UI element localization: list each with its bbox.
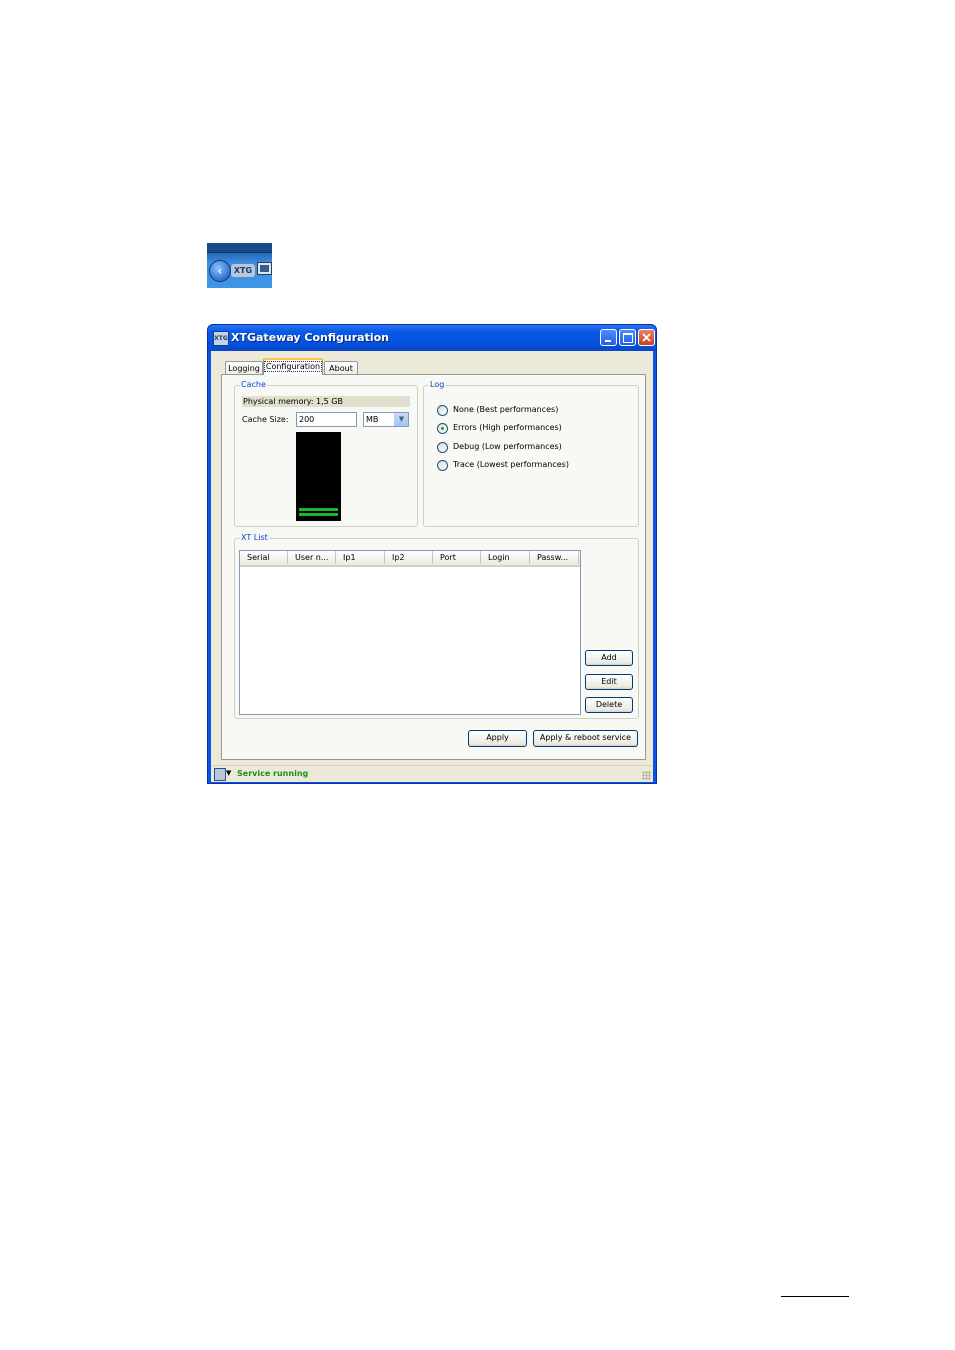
log-option-label: Trace (Lowest performances)	[453, 460, 569, 469]
minimize-button[interactable]	[600, 329, 617, 346]
xtgateway-tray-icon[interactable]: XTG	[231, 264, 255, 277]
tab-about[interactable]: About	[324, 361, 358, 375]
radio-dot-icon	[441, 427, 444, 430]
column-header-username[interactable]: User n...	[288, 551, 336, 564]
window-client: Logging Configuration About Cache Physic…	[211, 351, 653, 782]
physical-memory-value: 1,5 GB	[316, 397, 343, 406]
radio-button[interactable]	[437, 460, 448, 471]
log-option-none[interactable]: None (Best performances)	[437, 404, 602, 416]
taskbar-tray-snippet: ‹ XTG	[207, 243, 272, 288]
xt-list-header: Serial User n... Ip1 Ip2 Port Login Pass…	[240, 551, 580, 567]
title-bar[interactable]: XTG XTGateway Configuration	[208, 325, 656, 351]
log-option-trace[interactable]: Trace (Lowest performances)	[437, 459, 602, 471]
xt-list-view[interactable]: Serial User n... Ip1 Ip2 Port Login Pass…	[239, 550, 581, 715]
chevron-down-icon[interactable]: ▼	[394, 413, 408, 426]
log-option-debug[interactable]: Debug (Low performances)	[437, 441, 602, 453]
xt-list-title: XT List	[240, 533, 269, 543]
log-option-label: Errors (High performances)	[453, 423, 562, 432]
log-option-label: Debug (Low performances)	[453, 442, 562, 451]
configuration-panel: Cache Physical memory: 1,5 GB Cache Size…	[221, 374, 646, 760]
column-header-serial[interactable]: Serial	[240, 551, 288, 564]
config-window: XTG XTGateway Configuration Logging Conf…	[207, 324, 657, 784]
column-header-port[interactable]: Port	[433, 551, 481, 564]
log-group: Log None (Best performances) Errors (Hig…	[423, 380, 639, 527]
cache-size-input[interactable]: 200	[296, 412, 357, 427]
close-icon	[642, 333, 651, 342]
tab-logging[interactable]: Logging	[225, 361, 263, 375]
column-header-password[interactable]: Passw...	[530, 551, 579, 564]
apply-reboot-button[interactable]: Apply & reboot service	[533, 730, 638, 747]
close-button[interactable]	[638, 329, 655, 346]
delete-button[interactable]: Delete	[585, 697, 633, 713]
radio-button[interactable]	[437, 442, 448, 453]
maximize-button[interactable]	[619, 329, 636, 346]
column-header-ip1[interactable]: Ip1	[336, 551, 385, 564]
cache-usage-bar-segment	[299, 513, 338, 516]
window-title: XTGateway Configuration	[231, 331, 389, 344]
service-status-text: Service running	[237, 769, 309, 778]
back-arrow-icon[interactable]: ‹	[209, 260, 231, 282]
apply-button[interactable]: Apply	[468, 730, 527, 747]
radio-button[interactable]	[437, 405, 448, 416]
status-bar: ▼ Service running	[211, 765, 653, 782]
physical-memory-label: Physical memory:	[243, 397, 314, 406]
footer-rule	[781, 1296, 849, 1297]
add-button[interactable]: Add	[585, 650, 633, 666]
radio-button-selected[interactable]	[437, 423, 448, 434]
tab-configuration[interactable]: Configuration	[263, 358, 323, 375]
cache-group-title: Cache	[240, 380, 267, 390]
cache-unit-select[interactable]: MB ▼	[363, 412, 409, 427]
log-option-label: None (Best performances)	[453, 405, 559, 414]
edit-button[interactable]: Edit	[585, 674, 633, 690]
cache-usage-meter	[296, 432, 341, 521]
cache-size-label: Cache Size:	[242, 415, 289, 424]
resize-grip-icon[interactable]	[642, 771, 651, 780]
log-group-title: Log	[429, 380, 446, 390]
tray-band	[207, 243, 272, 253]
column-header-login[interactable]: Login	[481, 551, 530, 564]
cache-unit-value: MB	[366, 415, 379, 424]
monitor-icon[interactable]	[257, 262, 272, 275]
service-icon[interactable]	[214, 768, 226, 781]
physical-memory-row: Physical memory: 1,5 GB	[242, 396, 410, 407]
dropdown-arrow-icon[interactable]: ▼	[226, 769, 231, 777]
cache-usage-bar-segment	[299, 508, 338, 511]
log-option-errors[interactable]: Errors (High performances)	[437, 422, 602, 434]
cache-group: Cache Physical memory: 1,5 GB Cache Size…	[234, 380, 418, 527]
app-icon: XTG	[213, 331, 229, 346]
xt-list-group: XT List Serial User n... Ip1 Ip2 Port Lo…	[234, 533, 639, 719]
column-header-ip2[interactable]: Ip2	[385, 551, 433, 564]
